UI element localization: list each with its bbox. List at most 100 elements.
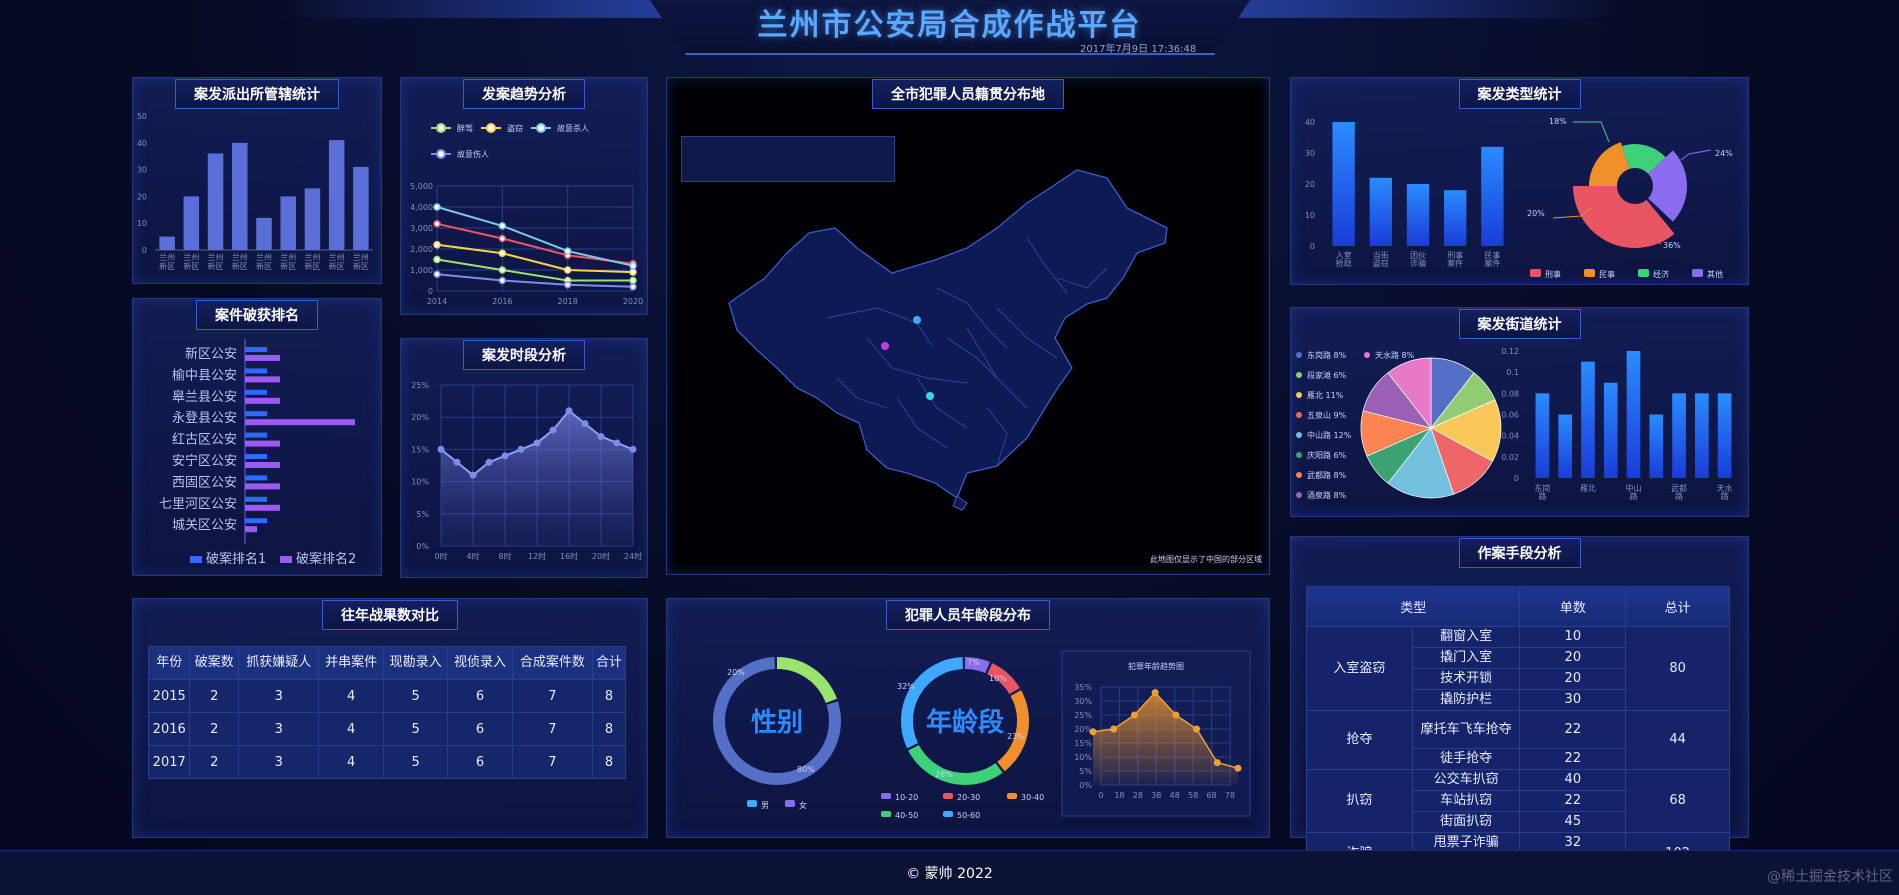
data-point <box>565 407 573 415</box>
y-tick-label: 15% <box>411 445 429 454</box>
panel-station: 案发派出所管辖统计 50 40 30 20 10 0 兰州 新区 兰州 新区 兰州 新区 兰州 新区 兰州新… <box>132 77 382 284</box>
panel-title: 案发派出所管辖统计 <box>175 79 339 109</box>
y-tick-label: 50 <box>137 112 147 121</box>
legend-dot <box>1296 392 1302 398</box>
bar <box>183 196 200 250</box>
x-tick-label: 0 <box>1098 791 1103 800</box>
table-cell: 7 <box>511 745 594 779</box>
x-tick-label: 12时 <box>528 551 546 561</box>
pct-label: 80% <box>797 765 815 774</box>
table-header-row: 年份 破案数 抓获嫌疑人 并串案件 现勘录入 视侦录入 合成案件数 合计 <box>147 646 626 680</box>
x-tick-label: 新区 <box>208 261 224 271</box>
table-cell: 3 <box>238 712 320 746</box>
table-cell: 街面扒窃 <box>1411 811 1521 833</box>
y-tick-label: 20 <box>1305 180 1315 189</box>
legend-label: 故意伤人 <box>457 149 489 159</box>
data-point <box>1151 689 1159 697</box>
rank-label: 皋兰县公安 <box>172 390 237 405</box>
data-point <box>613 439 621 447</box>
x-tick-label: 28 <box>1133 791 1143 800</box>
table-header-cell: 破案数 <box>189 646 240 680</box>
y-tick-label: 0% <box>1079 781 1092 790</box>
table-cell: 2016 <box>147 712 191 746</box>
x-tick-label: 兰州 <box>280 252 296 262</box>
total-cell: 68 <box>1625 769 1730 833</box>
legend-dot <box>1296 372 1302 378</box>
data-point <box>581 420 589 428</box>
legend-swatch <box>881 811 891 817</box>
leader-line <box>1680 149 1712 161</box>
trend-line-chart: 醉驾 盗窃 故意杀人故意伤人5,0004,0003,0002,0001,000020… <box>410 123 643 306</box>
table-cell: 5 <box>382 745 449 779</box>
y-tick-label: 0.12 <box>1501 347 1519 356</box>
trend-title: 犯罪年龄趋势图 <box>1128 661 1184 671</box>
y-tick-label: 40 <box>1305 118 1315 127</box>
total-cell: 44 <box>1625 710 1730 770</box>
legend-label: 其他 <box>1707 269 1723 279</box>
data-point <box>1089 728 1097 736</box>
y-tick-label: 30 <box>137 166 147 175</box>
data-point <box>563 266 572 274</box>
x-tick-label: 58 <box>1188 791 1198 800</box>
table-row: 抢夺 摩托车飞车抢夺 22 44 <box>1306 710 1730 770</box>
bar <box>1558 414 1572 478</box>
x-tick-label: 4时 <box>466 551 479 561</box>
x-tick-label: 新区 <box>329 261 345 271</box>
panel-title: 发案趋势分析 <box>463 79 585 109</box>
table-cell: 技术开锁 <box>1411 668 1521 690</box>
legend-swatch <box>1638 269 1649 277</box>
data-point <box>433 270 441 278</box>
legend-label: 20-30 <box>957 793 980 802</box>
legend-label: 经济 <box>1653 269 1669 279</box>
bar-rank2 <box>245 526 257 533</box>
table-cell: 22 <box>1519 748 1627 770</box>
table-cell: 2 <box>189 712 240 746</box>
bar <box>1444 190 1467 246</box>
panel-yearly: 往年战果数对比 年份 破案数 抓获嫌疑人 并串案件 现勘录入 视侦录入 合成案件数 合计 20… <box>132 598 648 838</box>
legend-label: 醉驾 <box>457 123 473 133</box>
y-tick-label: 20 <box>137 192 147 201</box>
data-point <box>453 458 461 466</box>
table-header-cell: 抓获嫌疑人 <box>238 646 320 680</box>
legend-dot <box>1296 472 1302 478</box>
table-row: 2017 2 3 4 5 6 7 8 <box>147 745 626 779</box>
bar-rank1 <box>245 411 267 417</box>
y-tick-label: 30% <box>1074 697 1092 706</box>
y-tick-label: 0.06 <box>1501 411 1519 420</box>
bar <box>1406 184 1430 246</box>
table-header-cell: 视侦录入 <box>447 646 513 680</box>
y-tick-label: 0.02 <box>1501 453 1519 462</box>
x-tick-label: 68 <box>1206 791 1216 800</box>
y-tick-label: 25% <box>411 381 429 390</box>
pct-label: 32% <box>897 682 915 691</box>
legend-swatch <box>1584 269 1595 277</box>
pie-pct: 20% <box>1527 209 1545 218</box>
data-point <box>498 222 507 230</box>
panel-map: 全市犯罪人员籍贯分布地 甘岭籍边城籍寒国籍此地图仅显示了中国的部分区域 <box>666 77 1270 575</box>
data-point <box>1234 764 1242 772</box>
legend-swatch <box>190 556 202 563</box>
bar-rank1 <box>245 432 267 438</box>
x-tick-label: 16时 <box>560 551 578 561</box>
table-cell: 2015 <box>147 679 191 713</box>
data-point <box>597 433 605 441</box>
map-marker <box>881 342 889 350</box>
bar-rank1 <box>245 389 267 395</box>
table-cell: 8 <box>592 679 626 713</box>
legend-dot <box>536 123 546 133</box>
legend-label: 东岗路 8% <box>1307 350 1347 360</box>
bar <box>1332 122 1355 246</box>
legend-swatch <box>1530 269 1541 277</box>
x-tick-label: 兰州 <box>183 252 199 262</box>
data-point <box>563 247 572 255</box>
data-point <box>498 249 507 257</box>
pie-pct: 24% <box>1715 149 1733 158</box>
legend-label: 10-20 <box>895 793 918 802</box>
bar-rank2 <box>245 462 280 468</box>
legend-dot <box>1364 352 1370 358</box>
panel-rank: 案件破获排名 新区公安 榆中县公安 皋兰县公安 永登县公安 红古区公安 安宁区公安 西固区公… <box>132 298 382 576</box>
table-row: 入室盗窃 翻窗入室 10 80 <box>1306 626 1730 711</box>
x-tick-label: 兰州 <box>208 252 224 262</box>
station-bar-chart: 50403020100兰州新区兰州新区兰州新区兰州新区兰州新区兰州新区兰州新区兰… <box>137 112 373 271</box>
legend-label: 中山路 12% <box>1307 430 1352 440</box>
